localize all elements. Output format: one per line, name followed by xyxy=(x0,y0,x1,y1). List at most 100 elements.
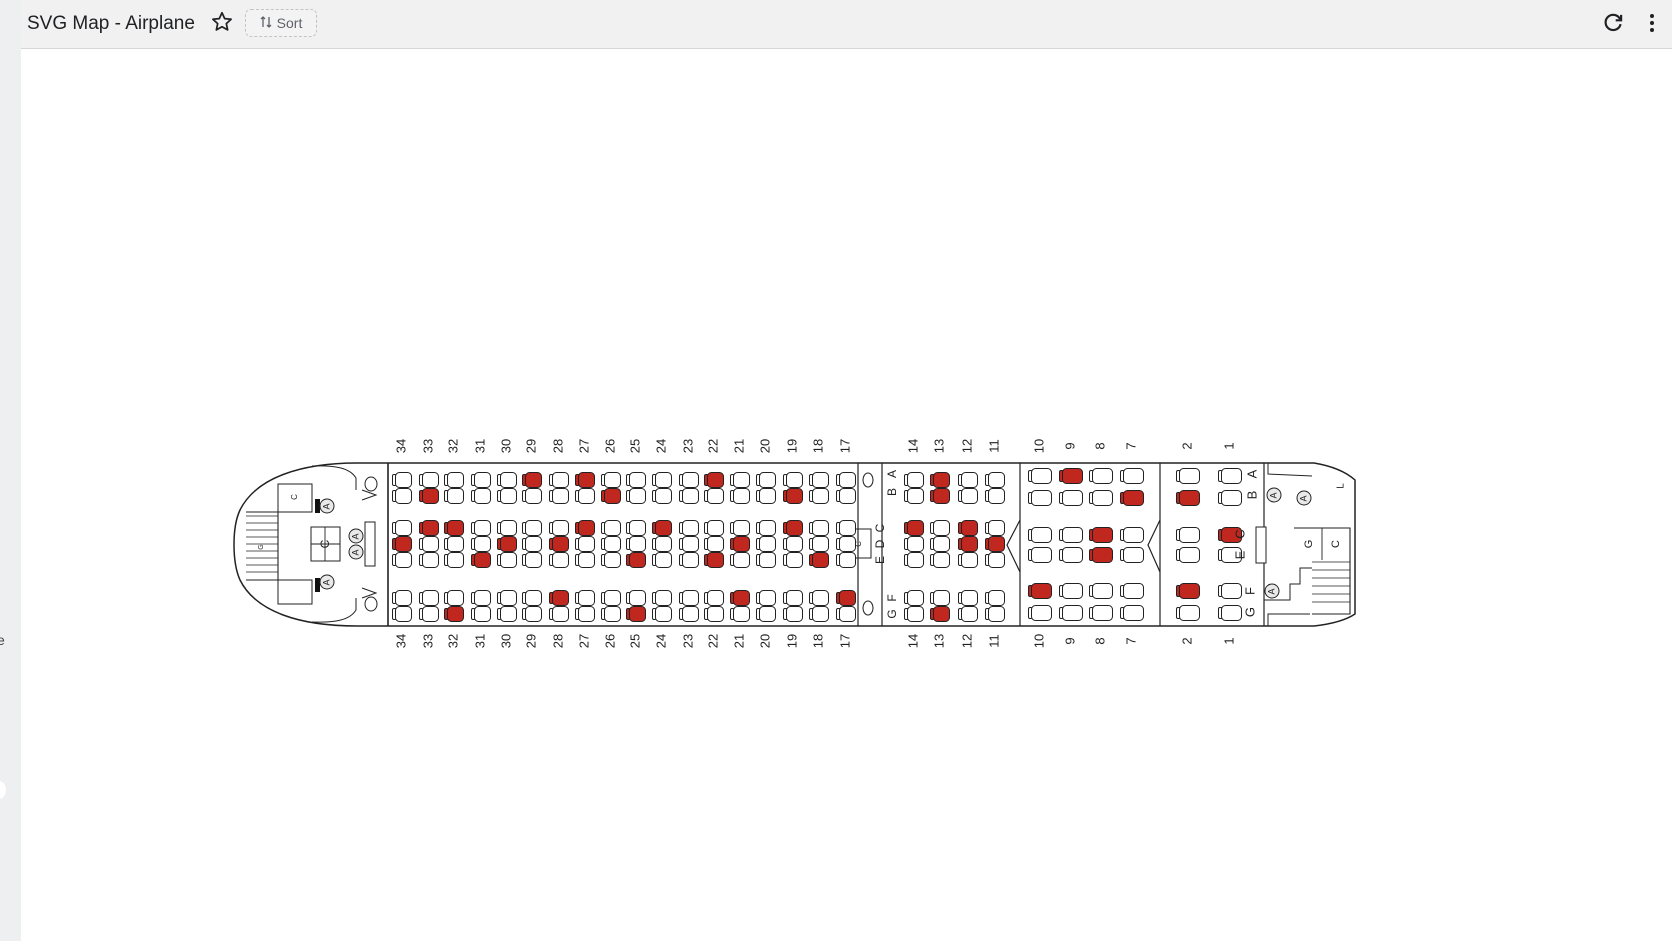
seat-available[interactable] xyxy=(704,488,724,504)
seat-occupied[interactable] xyxy=(1089,547,1113,563)
seat-available[interactable] xyxy=(985,552,1005,568)
seat-available[interactable] xyxy=(575,488,595,504)
seat-available[interactable] xyxy=(497,520,517,536)
seat-available[interactable] xyxy=(626,590,646,606)
seat-available[interactable] xyxy=(1218,490,1242,506)
seat-occupied[interactable] xyxy=(549,590,569,606)
seat-available[interactable] xyxy=(522,536,542,552)
seat-available[interactable] xyxy=(985,606,1005,622)
sort-button[interactable]: Sort xyxy=(245,9,317,37)
seat-available[interactable] xyxy=(652,488,672,504)
seat-available[interactable] xyxy=(652,472,672,488)
refresh-icon[interactable] xyxy=(1600,10,1626,36)
seat-occupied[interactable] xyxy=(1176,583,1200,599)
seat-available[interactable] xyxy=(419,472,439,488)
seat-available[interactable] xyxy=(836,552,856,568)
seat-available[interactable] xyxy=(679,488,699,504)
seat-available[interactable] xyxy=(756,536,776,552)
seat-available[interactable] xyxy=(1059,490,1083,506)
seat-occupied[interactable] xyxy=(471,552,491,568)
seat-available[interactable] xyxy=(497,552,517,568)
seat-available[interactable] xyxy=(958,472,978,488)
seat-available[interactable] xyxy=(730,606,750,622)
seat-occupied[interactable] xyxy=(626,606,646,622)
seat-available[interactable] xyxy=(756,552,776,568)
seat-available[interactable] xyxy=(679,606,699,622)
seat-available[interactable] xyxy=(497,472,517,488)
seat-available[interactable] xyxy=(652,590,672,606)
seat-occupied[interactable] xyxy=(392,536,412,552)
seat-available[interactable] xyxy=(930,590,950,606)
seat-occupied[interactable] xyxy=(575,520,595,536)
seat-occupied[interactable] xyxy=(836,590,856,606)
seat-available[interactable] xyxy=(730,520,750,536)
seat-available[interactable] xyxy=(904,606,924,622)
seat-available[interactable] xyxy=(601,520,621,536)
seat-occupied[interactable] xyxy=(601,488,621,504)
seat-available[interactable] xyxy=(809,590,829,606)
seat-available[interactable] xyxy=(549,472,569,488)
seat-available[interactable] xyxy=(1218,468,1242,484)
seat-occupied[interactable] xyxy=(444,606,464,622)
seat-available[interactable] xyxy=(836,488,856,504)
seat-available[interactable] xyxy=(1028,547,1052,563)
seat-available[interactable] xyxy=(392,520,412,536)
seat-available[interactable] xyxy=(1089,605,1113,621)
seat-available[interactable] xyxy=(704,520,724,536)
seat-available[interactable] xyxy=(1028,468,1052,484)
seat-occupied[interactable] xyxy=(958,536,978,552)
seat-available[interactable] xyxy=(1176,468,1200,484)
seat-available[interactable] xyxy=(958,590,978,606)
star-icon[interactable] xyxy=(209,9,235,35)
seat-available[interactable] xyxy=(704,590,724,606)
seat-available[interactable] xyxy=(985,590,1005,606)
seat-available[interactable] xyxy=(549,552,569,568)
seat-available[interactable] xyxy=(1059,605,1083,621)
seat-available[interactable] xyxy=(497,606,517,622)
seat-available[interactable] xyxy=(549,488,569,504)
seat-available[interactable] xyxy=(783,590,803,606)
seat-available[interactable] xyxy=(1089,583,1113,599)
seat-available[interactable] xyxy=(836,606,856,622)
seat-available[interactable] xyxy=(601,536,621,552)
seat-occupied[interactable] xyxy=(1089,527,1113,543)
seat-available[interactable] xyxy=(626,520,646,536)
seat-available[interactable] xyxy=(679,472,699,488)
seat-available[interactable] xyxy=(601,590,621,606)
seat-available[interactable] xyxy=(730,472,750,488)
seat-available[interactable] xyxy=(836,520,856,536)
seat-available[interactable] xyxy=(904,552,924,568)
seat-available[interactable] xyxy=(1028,490,1052,506)
seat-available[interactable] xyxy=(756,590,776,606)
seat-available[interactable] xyxy=(1059,583,1083,599)
seat-available[interactable] xyxy=(444,552,464,568)
seat-occupied[interactable] xyxy=(522,472,542,488)
seat-available[interactable] xyxy=(904,472,924,488)
seat-available[interactable] xyxy=(679,552,699,568)
seat-occupied[interactable] xyxy=(930,472,950,488)
seat-available[interactable] xyxy=(444,590,464,606)
seat-available[interactable] xyxy=(1028,605,1052,621)
seat-occupied[interactable] xyxy=(1028,583,1052,599)
seat-occupied[interactable] xyxy=(1176,490,1200,506)
seat-available[interactable] xyxy=(930,536,950,552)
seat-available[interactable] xyxy=(704,536,724,552)
seat-available[interactable] xyxy=(930,552,950,568)
seat-available[interactable] xyxy=(730,488,750,504)
seat-available[interactable] xyxy=(522,552,542,568)
seat-available[interactable] xyxy=(419,590,439,606)
seat-available[interactable] xyxy=(601,472,621,488)
seat-available[interactable] xyxy=(809,536,829,552)
seat-occupied[interactable] xyxy=(419,520,439,536)
seat-available[interactable] xyxy=(522,488,542,504)
seat-available[interactable] xyxy=(1176,527,1200,543)
seat-available[interactable] xyxy=(497,590,517,606)
seat-available[interactable] xyxy=(522,520,542,536)
seat-available[interactable] xyxy=(1028,527,1052,543)
seat-available[interactable] xyxy=(1218,583,1242,599)
seat-available[interactable] xyxy=(392,552,412,568)
seat-available[interactable] xyxy=(809,472,829,488)
seat-available[interactable] xyxy=(626,488,646,504)
seat-available[interactable] xyxy=(679,590,699,606)
seat-available[interactable] xyxy=(679,520,699,536)
